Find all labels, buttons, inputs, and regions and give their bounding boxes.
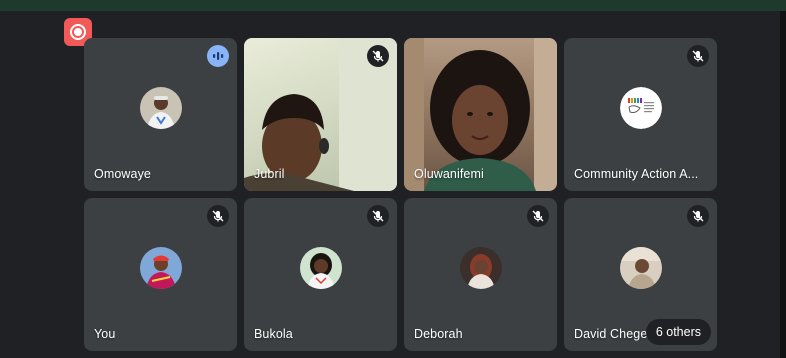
participant-tile[interactable]: You bbox=[84, 198, 237, 351]
avatar bbox=[299, 246, 342, 289]
organization-logo bbox=[619, 86, 662, 129]
participant-name: Deborah bbox=[414, 327, 463, 341]
mic-off-icon bbox=[527, 205, 549, 227]
participant-name: Community Action A... bbox=[574, 167, 699, 181]
participant-name: You bbox=[94, 327, 116, 341]
mic-off-icon bbox=[367, 45, 389, 67]
participant-tile[interactable]: Bukola bbox=[244, 198, 397, 351]
participant-name: David Chege bbox=[574, 327, 648, 341]
participant-tile[interactable]: David Chege 6 others bbox=[564, 198, 717, 351]
mic-off-icon bbox=[367, 205, 389, 227]
others-count-button[interactable]: 6 others bbox=[645, 319, 711, 345]
window-edge bbox=[780, 11, 786, 358]
participant-name: Bukola bbox=[254, 327, 293, 341]
mic-off-icon bbox=[207, 205, 229, 227]
window-top-strip bbox=[0, 0, 786, 11]
participant-tile[interactable]: Jubril bbox=[244, 38, 397, 191]
avatar bbox=[459, 246, 502, 289]
participant-name: Jubril bbox=[254, 167, 285, 181]
avatar bbox=[139, 246, 182, 289]
participant-tile[interactable]: Community Action A... bbox=[564, 38, 717, 191]
avatar bbox=[619, 246, 662, 289]
participant-tile[interactable]: Oluwanifemi bbox=[404, 38, 557, 191]
mic-off-icon bbox=[687, 45, 709, 67]
participant-tile[interactable]: Deborah bbox=[404, 198, 557, 351]
avatar bbox=[139, 86, 182, 129]
participant-name: Oluwanifemi bbox=[414, 167, 484, 181]
participant-grid: Omowaye Jubril Oluwanifemi Community Act… bbox=[84, 38, 717, 351]
participant-tile[interactable]: Omowaye bbox=[84, 38, 237, 191]
mic-off-icon bbox=[687, 205, 709, 227]
participant-name: Omowaye bbox=[94, 167, 151, 181]
speaking-indicator-icon bbox=[207, 45, 229, 67]
